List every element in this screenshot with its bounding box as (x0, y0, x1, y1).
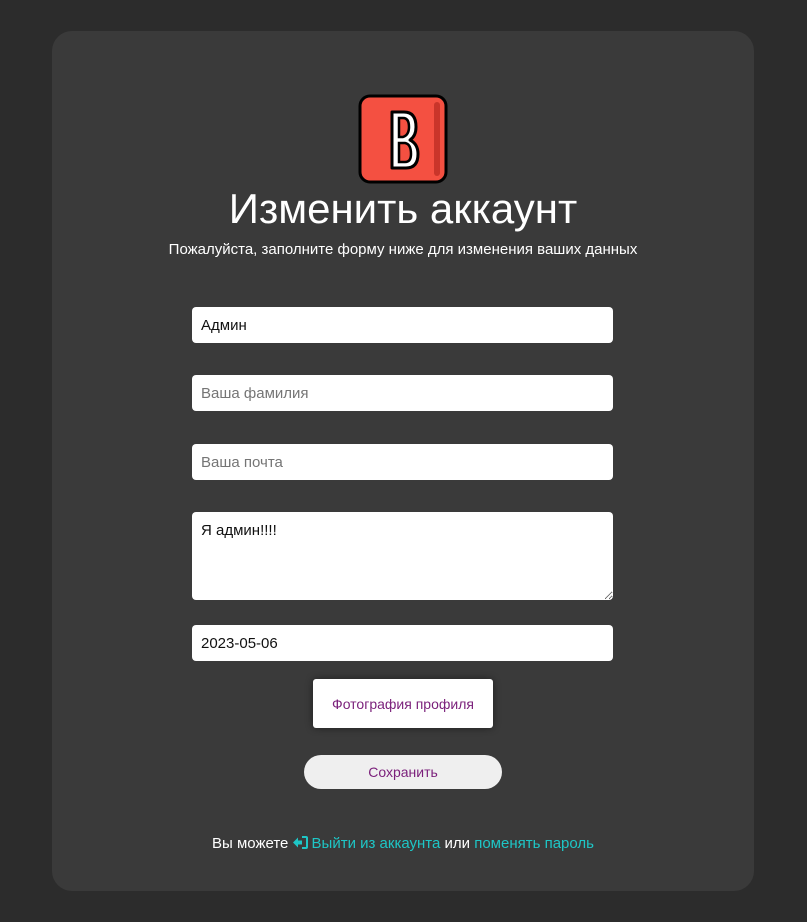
logout-link[interactable]: Выйти из аккаунта (292, 835, 441, 852)
save-button[interactable]: Сохранить (304, 755, 502, 789)
profile-photo-button[interactable]: Фотография профиля (313, 679, 493, 728)
change-password-link[interactable]: поменять пароль (474, 835, 594, 852)
app-logo-icon (358, 94, 448, 184)
page-subtitle: Пожалуйста, заполните форму ниже для изм… (168, 241, 638, 258)
logout-link-label: Выйти из аккаунта (311, 835, 441, 852)
account-actions-footer: Вы можете Выйти из аккаунта или поменять… (52, 835, 754, 853)
first-name-input[interactable] (192, 307, 613, 343)
last-name-input[interactable] (192, 375, 613, 411)
email-input[interactable] (192, 444, 613, 480)
page-title: Изменить аккаунт (228, 185, 578, 232)
birth-date-input[interactable] (192, 625, 613, 661)
footer-conjunction: или (444, 835, 471, 852)
logout-icon (292, 836, 308, 849)
footer-prefix: Вы можете (212, 835, 289, 852)
edit-account-card: Изменить аккаунт Пожалуйста, заполните ф… (52, 31, 754, 891)
about-textarea[interactable]: Я админ!!!! (192, 512, 613, 600)
